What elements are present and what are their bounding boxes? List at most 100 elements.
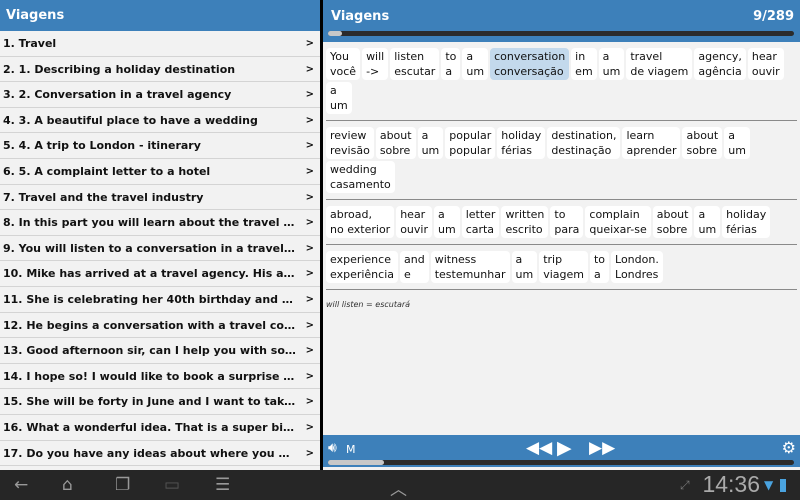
audio-progress-bar[interactable] (328, 460, 794, 465)
chevron-right-icon: > (305, 319, 314, 331)
word-pair[interactable]: to para (550, 206, 584, 238)
lesson-list-item[interactable]: 11. She is celebrating her 40th birthday… (0, 287, 320, 313)
recent-apps-icon[interactable]: ❐ (115, 475, 130, 495)
word-pair[interactable]: wedding casamento (326, 161, 395, 193)
portuguese-word: conversação (494, 65, 564, 78)
lesson-item-label: 1. Travel (3, 37, 57, 50)
word-pair[interactable]: conversation conversação (490, 48, 570, 80)
lesson-list-item[interactable]: 5. 4. A trip to London - itinerary > (0, 133, 320, 159)
sentence-progress-bar[interactable] (328, 31, 794, 36)
word-pair[interactable]: complain queixar-se (585, 206, 651, 238)
word-pair[interactable]: holiday férias (722, 206, 771, 238)
lesson-list-item[interactable]: 12. He begins a conversation with a trav… (0, 313, 320, 339)
word-pair[interactable]: listen escutar (390, 48, 440, 80)
sentence-progress-fill (328, 31, 342, 36)
lesson-list[interactable]: 1. Travel >2. 1. Describing a holiday des… (0, 31, 320, 467)
word-pair[interactable]: destination, destinação (547, 127, 621, 159)
word-pair[interactable]: to a (441, 48, 461, 80)
english-word: experience (330, 253, 391, 266)
portuguese-word: sobre (379, 144, 411, 157)
word-pair[interactable]: a um (598, 48, 625, 80)
clock: 14:36 (702, 471, 760, 497)
lesson-list-item[interactable]: 2. 1. Describing a holiday destination > (0, 57, 320, 83)
word-pair[interactable]: about sobre (682, 127, 723, 159)
word-pair[interactable]: review revisão (326, 127, 374, 159)
english-word: a (421, 129, 429, 142)
english-word: hear (400, 208, 426, 221)
word-pair[interactable]: a um (511, 251, 538, 283)
lesson-list-item[interactable]: 8. In this part you will learn about the… (0, 210, 320, 236)
word-pair[interactable]: a um (326, 82, 352, 114)
volume-icon[interactable]: 🔊︎ (328, 440, 337, 456)
portuguese-word: no exterior (330, 223, 391, 236)
word-pair[interactable]: agency, agência (694, 48, 746, 80)
word-pair[interactable]: abroad, no exterior (326, 206, 395, 238)
portuguese-word: férias (726, 223, 757, 236)
word-pair[interactable]: hear ouvir (396, 206, 432, 238)
menu-icon[interactable]: ☰ (215, 475, 230, 495)
word-pair[interactable]: a um (434, 206, 460, 238)
screenshot-icon[interactable]: ▭ (164, 475, 180, 495)
portuguese-word: um (698, 223, 717, 236)
english-word: about (686, 129, 719, 142)
lesson-list-item[interactable]: 7. Travel and the travel industry > (0, 185, 320, 211)
settings-gear-icon[interactable]: ⚙ (782, 438, 796, 457)
word-pair[interactable]: a um (462, 48, 489, 80)
system-navigation-bar: ← ⌂ ❐ ▭ ☰ ︿ ⤢ 14:36 ▼ (0, 470, 800, 500)
lesson-item-label: 14. I hope so! I would like to book a su… (3, 369, 298, 383)
chevron-up-icon[interactable]: ︿ (390, 475, 407, 500)
lesson-list-item[interactable]: 6. 5. A complaint letter to a hotel > (0, 159, 320, 185)
word-pair[interactable]: will -> (362, 48, 389, 80)
word-pair[interactable]: written escrito (501, 206, 549, 238)
lesson-list-item[interactable]: 10. Mike has arrived at a travel agency.… (0, 261, 320, 287)
rewind-button[interactable]: ◀◀ (526, 438, 552, 458)
lesson-list-item[interactable]: 13. Good afternoon sir, can I help you w… (0, 338, 320, 364)
portuguese-word: viagem (543, 268, 584, 281)
word-pair[interactable]: a um (724, 127, 750, 159)
word-pair[interactable]: about sobre (652, 206, 693, 238)
english-word: written (505, 208, 545, 221)
lesson-list-item[interactable]: 4. 3. A beautiful place to have a weddin… (0, 108, 320, 134)
english-word: listen (394, 50, 425, 63)
word-pair[interactable]: witness testemunhar (430, 251, 510, 283)
fast-forward-button[interactable]: ▶▶ (589, 438, 615, 458)
word-pair[interactable]: trip viagem (539, 251, 588, 283)
fullscreen-icon[interactable]: ⤢ (680, 478, 690, 493)
word-pair[interactable]: about sobre (375, 127, 416, 159)
word-pair[interactable]: London. Londres (611, 251, 663, 283)
lesson-list-item[interactable]: 14. I hope so! I would like to book a su… (0, 364, 320, 390)
portuguese-word: a (445, 65, 453, 78)
word-pair[interactable]: You você (326, 48, 361, 80)
audio-mode-label[interactable]: M (346, 443, 356, 456)
word-pair[interactable]: a um (417, 127, 444, 159)
lesson-list-item[interactable]: 1. Travel > (0, 31, 320, 57)
home-icon[interactable]: ⌂ (62, 475, 73, 495)
word-pair[interactable]: a um (694, 206, 721, 238)
back-icon[interactable]: ← (14, 475, 28, 495)
portuguese-word: um (330, 99, 348, 112)
translation-note: will listen = escutará (326, 300, 411, 309)
lesson-list-item[interactable]: 15. She will be forty in June and I want… (0, 389, 320, 415)
word-pair[interactable]: in em (571, 48, 597, 80)
word-pair[interactable]: learn aprender (622, 127, 681, 159)
english-word: review (330, 129, 367, 142)
word-pair[interactable]: and e (400, 251, 429, 283)
sentence-group: abroad, no exterior hear ouvir a um letter cart… (326, 205, 797, 245)
word-pair[interactable]: travel de viagem (626, 48, 693, 80)
lesson-item-label: 11. She is celebrating her 40th birthday… (3, 292, 298, 306)
word-pair[interactable]: hear ouvir (747, 48, 784, 80)
word-pair[interactable]: holiday férias (497, 127, 546, 159)
portuguese-word: aprender (626, 144, 677, 157)
word-pair[interactable]: popular popular (445, 127, 496, 159)
word-pair[interactable]: letter carta (461, 206, 500, 238)
lesson-list-item[interactable]: 17. Do you have any ideas about where yo… (0, 441, 320, 467)
portuguese-word: um (466, 65, 485, 78)
lesson-list-item[interactable]: 9. You will listen to a conversation in … (0, 236, 320, 262)
lesson-list-item[interactable]: 16. What a wonderful idea. That is a sup… (0, 415, 320, 441)
play-button[interactable]: ▶ (557, 437, 572, 459)
word-pair[interactable]: experience experiência (326, 251, 398, 283)
lesson-list-item[interactable]: 3. 2. Conversation in a travel agency > (0, 82, 320, 108)
word-pair[interactable]: to a (589, 251, 610, 283)
lesson-item-label: 7. Travel and the travel industry (3, 190, 204, 204)
english-word: learn (626, 129, 655, 142)
